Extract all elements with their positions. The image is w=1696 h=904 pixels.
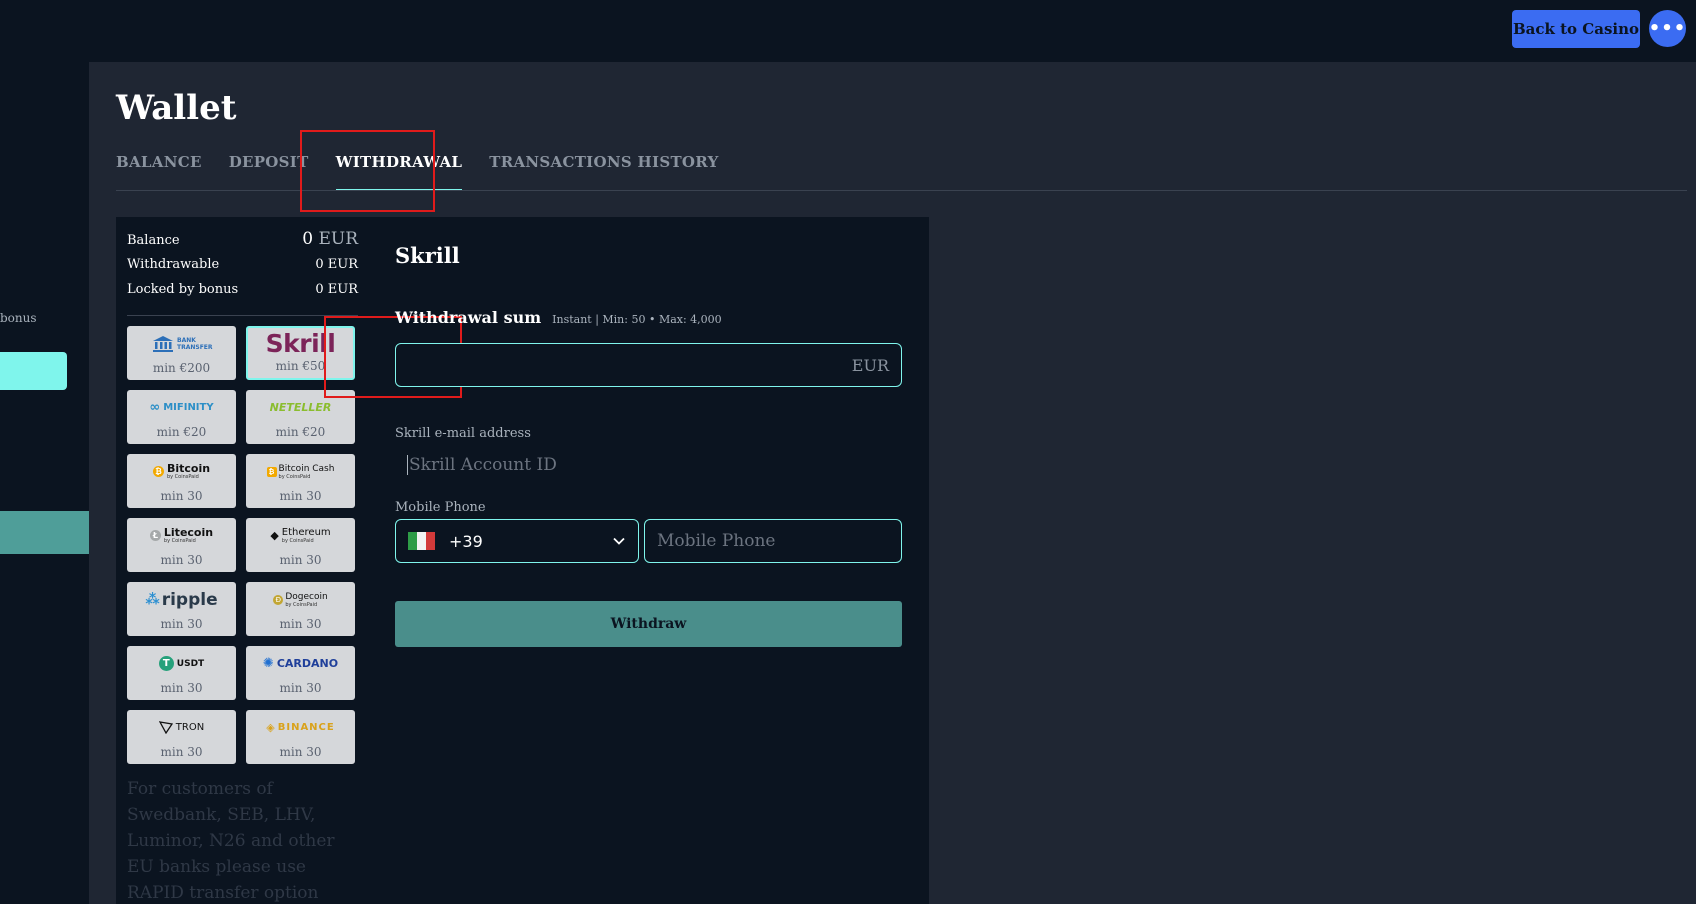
phone-label: Mobile Phone xyxy=(395,500,486,515)
tether-icon: T xyxy=(158,656,174,671)
skrill-email-input[interactable]: Skrill Account ID xyxy=(395,445,902,485)
method-min: min 30 xyxy=(160,553,203,567)
method-min: min 30 xyxy=(279,553,322,567)
method-min: min 30 xyxy=(279,745,322,759)
balance-value: 0 EUR xyxy=(302,229,358,249)
method-cardano[interactable]: ✺ CARDANO min 30 xyxy=(246,646,355,700)
more-dots-icon[interactable]: ••• xyxy=(1649,10,1686,47)
back-to-casino-button[interactable]: Back to Casino xyxy=(1512,10,1640,48)
method-bitcoin-cash[interactable]: ₿ Bitcoin Cash by CoinsPaid min 30 xyxy=(246,454,355,508)
sidebar-item-active[interactable] xyxy=(0,511,89,554)
tron-logo: TRON xyxy=(158,710,204,745)
method-min: min 30 xyxy=(160,745,203,759)
ethereum-icon: ◆ xyxy=(270,529,279,542)
locked-label: Locked by bonus xyxy=(127,282,239,297)
sidebar-button[interactable] xyxy=(0,352,67,390)
ripple-icon: ⁂ xyxy=(145,591,160,608)
balance-label: Balance xyxy=(127,233,180,248)
method-neteller[interactable]: NETELLER min €20 xyxy=(246,390,355,444)
email-label: Skrill e-mail address xyxy=(395,426,531,441)
sidebar-bonus-text: bonus xyxy=(0,311,37,325)
method-min: min €200 xyxy=(152,361,211,375)
method-bitcoin[interactable]: ₿ Bitcoin by CoinsPaid min 30 xyxy=(127,454,236,508)
infinity-icon: ∞ xyxy=(149,400,161,415)
withdrawal-sum-header: Withdrawal sum Instant | Min: 50 • Max: … xyxy=(395,308,722,327)
litecoin-icon: Ł xyxy=(149,530,161,541)
withdrawable-label: Withdrawable xyxy=(127,257,220,272)
mifinity-logo: ∞ MIFINITY xyxy=(149,400,214,415)
bitcoin-cash-icon: ₿ xyxy=(266,466,277,477)
withdrawable-value: 0 EUR xyxy=(315,257,358,272)
method-binance[interactable]: ◈ BINANCE min 30 xyxy=(246,710,355,764)
bank-transfer-note: For customers of Swedbank, SEB, LHV, Lum… xyxy=(127,779,335,903)
tab-deposit[interactable]: DEPOSIT xyxy=(229,150,309,192)
top-bar: Back to Casino ••• xyxy=(0,0,1696,62)
method-min: min €20 xyxy=(275,425,326,439)
withdrawable-row: Withdrawable 0 EUR xyxy=(127,257,358,272)
tab-balance[interactable]: BALANCE xyxy=(116,150,202,192)
tab-transactions-history[interactable]: TRANSACTIONS HISTORY xyxy=(489,150,718,192)
cardano-icon: ✺ xyxy=(262,656,274,671)
sidebar: bonus xyxy=(0,62,89,904)
locked-row: Locked by bonus 0 EUR xyxy=(127,282,358,297)
balance-row: Balance 0 EUR xyxy=(127,229,358,249)
method-min: min 30 xyxy=(160,617,203,631)
chevron-down-icon xyxy=(613,537,625,545)
amount-currency: EUR xyxy=(851,356,889,375)
method-min: min 30 xyxy=(279,617,322,631)
italy-flag-icon xyxy=(408,532,435,550)
method-title: Skrill xyxy=(395,243,460,268)
wallet-panel: Wallet BALANCE DEPOSIT WITHDRAWAL TRANSA… xyxy=(89,62,1696,904)
withdrawal-limits-info: Instant | Min: 50 • Max: 4,000 xyxy=(552,313,722,326)
ripple-logo: ⁂ ripple xyxy=(145,589,218,610)
bitcoin-logo: ₿ Bitcoin by CoinsPaid xyxy=(152,454,210,489)
binance-icon: ◈ xyxy=(266,721,276,734)
method-ripple[interactable]: ⁂ ripple min 30 xyxy=(127,582,236,636)
text-caret xyxy=(407,455,408,475)
method-min: min 30 xyxy=(160,489,203,503)
usdt-logo: T USDT xyxy=(158,646,204,681)
cardano-logo: ✺ CARDANO xyxy=(262,656,339,671)
method-ethereum[interactable]: ◆ Ethereum by CoinsPaid min 30 xyxy=(246,518,355,572)
method-min: min 30 xyxy=(279,489,322,503)
bitcoin-icon: ₿ xyxy=(152,466,164,477)
binance-logo: ◈ BINANCE xyxy=(266,721,335,734)
method-usdt[interactable]: T USDT min 30 xyxy=(127,646,236,700)
dogecoin-icon: Ð xyxy=(273,594,284,605)
amount-input[interactable]: EUR xyxy=(395,343,902,387)
litecoin-logo: Ł Litecoin by CoinsPaid xyxy=(149,518,213,553)
method-min: min €50 xyxy=(275,359,326,373)
method-min: min €20 xyxy=(156,425,207,439)
withdraw-button[interactable]: Withdraw xyxy=(395,601,902,647)
neteller-logo: NETELLER xyxy=(269,401,332,414)
bitcoin-cash-logo: ₿ Bitcoin Cash by CoinsPaid xyxy=(266,454,334,489)
highlight-box-withdrawal-tab xyxy=(300,130,435,212)
tron-icon xyxy=(158,721,173,734)
method-tron[interactable]: TRON min 30 xyxy=(127,710,236,764)
dogecoin-logo: Ð Dogecoin by CoinsPaid xyxy=(273,582,328,617)
withdrawal-sum-label: Withdrawal sum xyxy=(395,308,542,327)
method-min: min 30 xyxy=(160,681,203,695)
country-code-value: +39 xyxy=(449,531,483,551)
country-code-select[interactable]: +39 xyxy=(395,519,639,563)
withdrawal-card: Balance 0 EUR Withdrawable 0 EUR Locked … xyxy=(116,217,929,904)
method-min: min 30 xyxy=(279,681,322,695)
ethereum-logo: ◆ Ethereum by CoinsPaid xyxy=(270,526,331,544)
locked-value: 0 EUR xyxy=(315,282,358,297)
method-mifinity[interactable]: ∞ MIFINITY min €20 xyxy=(127,390,236,444)
method-bank-transfer[interactable]: BANK TRANSFER min €200 xyxy=(127,326,236,380)
method-dogecoin[interactable]: Ð Dogecoin by CoinsPaid min 30 xyxy=(246,582,355,636)
bank-icon: BANK TRANSFER xyxy=(152,326,213,361)
mobile-phone-input[interactable]: Mobile Phone xyxy=(644,519,902,563)
method-litecoin[interactable]: Ł Litecoin by CoinsPaid min 30 xyxy=(127,518,236,572)
page-title: Wallet xyxy=(116,88,237,128)
